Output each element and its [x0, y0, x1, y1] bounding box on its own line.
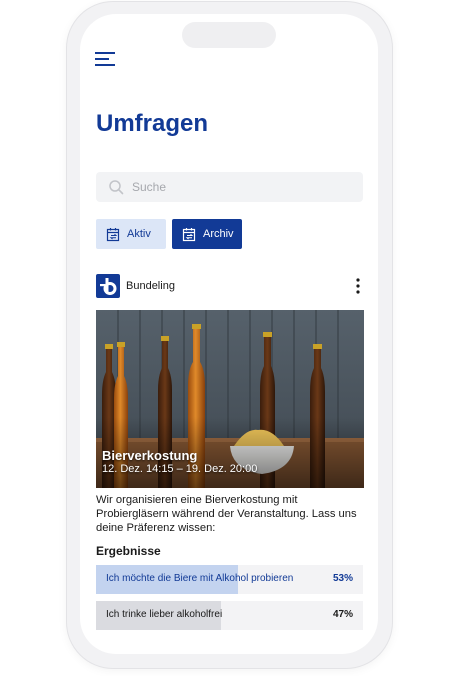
poll-option-label: Ich trinke lieber alkoholfrei — [106, 609, 223, 620]
page-title: Umfragen — [96, 110, 209, 137]
hamburger-menu-icon[interactable] — [95, 51, 117, 67]
search-input[interactable] — [132, 172, 352, 202]
search-bar[interactable] — [96, 172, 363, 202]
poll-option-label: Ich möchte die Biere mit Alkohol probier… — [106, 573, 294, 584]
tab-aktiv[interactable]: Aktiv — [96, 219, 166, 249]
event-date: 12. Dez. 14:15 – 19. Dez. 20:00 — [102, 463, 258, 475]
calendar-switch-icon — [106, 227, 120, 241]
tab-archiv-label: Archiv — [203, 228, 234, 240]
calendar-switch-icon — [182, 227, 196, 241]
event-description: Wir organisieren eine Bierverkostung mit… — [96, 494, 357, 534]
tab-archiv[interactable]: Archiv — [172, 219, 242, 249]
poll-result-option[interactable]: Ich trinke lieber alkoholfrei 47% — [96, 601, 363, 630]
phone-screen: Umfragen Aktiv Archiv — [80, 14, 378, 654]
search-icon — [108, 179, 124, 195]
poll-option-percent: 53% — [332, 573, 353, 584]
results-heading: Ergebnisse — [96, 544, 161, 558]
tab-aktiv-label: Aktiv — [127, 228, 151, 240]
event-title: Bierverkostung — [102, 448, 198, 463]
more-options-icon[interactable] — [352, 276, 364, 296]
organization-logo-icon — [96, 274, 120, 298]
poll-option-percent: 47% — [332, 609, 353, 620]
organization-name: Bundeling — [126, 280, 175, 292]
poll-result-option[interactable]: Ich möchte die Biere mit Alkohol probier… — [96, 565, 363, 594]
phone-notch — [182, 22, 276, 48]
